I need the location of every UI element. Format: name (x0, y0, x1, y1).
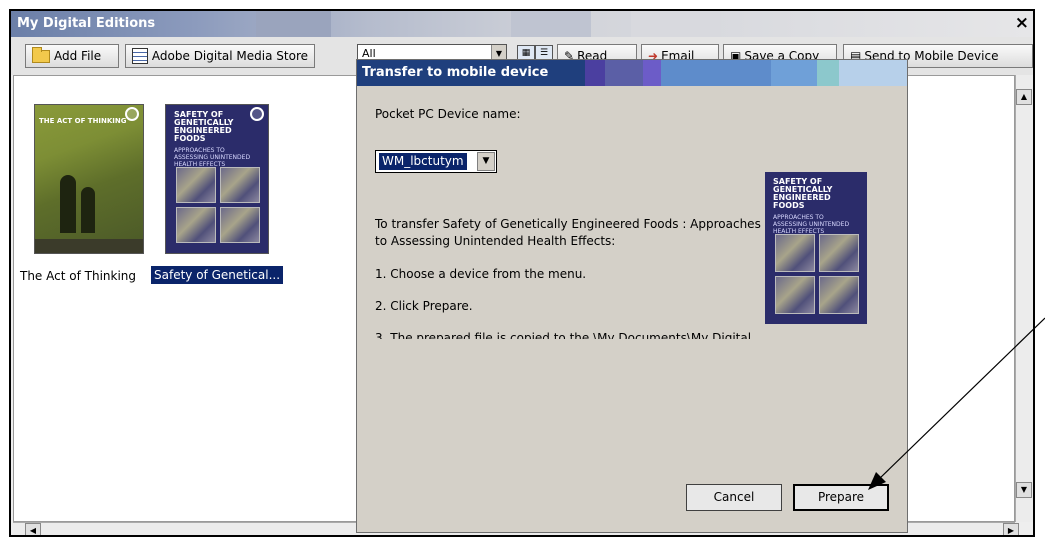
cover-photo (220, 167, 260, 203)
add-file-label: Add File (54, 49, 102, 63)
cover-photo (819, 234, 859, 272)
add-file-button[interactable]: Add File (25, 44, 119, 68)
cover-subtitle: APPROACHES TO ASSESSING UNINTENDED HEALT… (174, 147, 251, 168)
close-icon[interactable]: × (1015, 14, 1029, 32)
cover-photo (176, 207, 216, 243)
scroll-left-icon[interactable]: ◀ (25, 523, 41, 535)
timer-icon (250, 107, 264, 121)
chevron-down-icon[interactable]: ▼ (477, 152, 495, 171)
store-icon (132, 48, 148, 64)
device-select-value: WM_lbctutym (379, 153, 467, 170)
book-cover-safety-of-genetically[interactable]: SAFETY OF GENETICALLY ENGINEERED FOODS A… (165, 104, 269, 254)
cover-title: SAFETY OF GENETICALLY ENGINEERED FOODS (174, 110, 234, 143)
cover-footer (35, 239, 143, 253)
cover-figure (60, 175, 76, 233)
book-label-safety-of-genetically[interactable]: Safety of Genetical... (151, 266, 284, 284)
scroll-up-icon[interactable]: ▲ (1016, 89, 1032, 105)
cover-photo (775, 276, 815, 314)
device-select[interactable]: WM_lbctutym ▼ (375, 150, 497, 173)
scroll-right-icon[interactable]: ▶ (1003, 523, 1019, 535)
cover-figure (81, 187, 95, 233)
transfer-dialog: Transfer to mobile device Pocket PC Devi… (356, 59, 908, 533)
prepare-button[interactable]: Prepare (793, 484, 889, 511)
timer-icon (125, 107, 139, 121)
instructions-line-2: to Assessing Unintended Health Effects: (375, 234, 616, 248)
book-cover-act-of-thinking[interactable]: THE ACT OF THINKING (34, 104, 144, 254)
cover-photo (220, 207, 260, 243)
store-label: Adobe Digital Media Store (151, 49, 308, 63)
dialog-cover-title: SAFETY OF GENETICALLY ENGINEERED FOODS (773, 177, 833, 210)
device-name-label: Pocket PC Device name: (375, 107, 521, 121)
instruction-step-2: 2. Click Prepare. (375, 299, 473, 313)
dialog-cover-subtitle: APPROACHES TO ASSESSING UNINTENDED HEALT… (773, 214, 850, 235)
instruction-step-1: 1. Choose a device from the menu. (375, 267, 587, 281)
cover-photo (819, 276, 859, 314)
dialog-title: Transfer to mobile device (362, 65, 549, 80)
instruction-step-3: 3. The prepared file is copied to the \M… (375, 331, 752, 339)
app-title-bar: My Digital Editions × (11, 11, 1033, 37)
book-label-act-of-thinking[interactable]: The Act of Thinking (20, 269, 136, 283)
folder-icon (32, 46, 50, 63)
cover-photo (176, 167, 216, 203)
cover-photo (775, 234, 815, 272)
digital-media-store-button[interactable]: Adobe Digital Media Store (125, 44, 315, 68)
vertical-scrollbar[interactable]: ▲ ▼ (1015, 75, 1033, 522)
scroll-down-icon[interactable]: ▼ (1016, 482, 1032, 498)
cover-title-act-of-thinking: THE ACT OF THINKING (39, 117, 127, 125)
dialog-book-cover: SAFETY OF GENETICALLY ENGINEERED FOODS A… (765, 172, 867, 324)
instructions-line-1: To transfer Safety of Genetically Engine… (375, 217, 761, 231)
app-title: My Digital Editions (17, 16, 156, 31)
cancel-button[interactable]: Cancel (686, 484, 782, 511)
dialog-title-bar: Transfer to mobile device (357, 60, 907, 86)
